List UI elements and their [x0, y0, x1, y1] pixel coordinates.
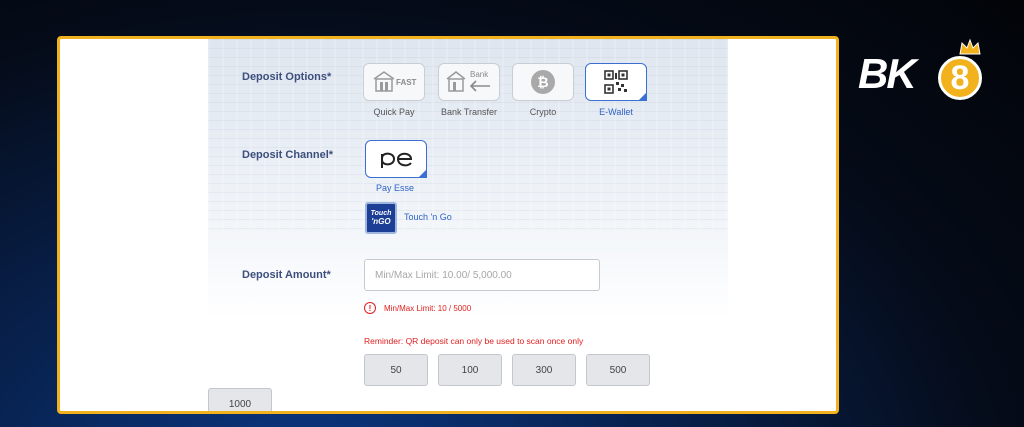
svg-text:₿: ₿: [537, 74, 548, 90]
exclamation-icon: !: [364, 302, 376, 314]
selected-corner-marker: [638, 92, 647, 101]
option-quick-pay[interactable]: FAST: [363, 63, 425, 101]
svg-text:Bank: Bank: [470, 70, 489, 79]
logo-number: 8: [938, 56, 982, 100]
deposit-options-label: Deposit Options*: [242, 71, 332, 83]
pay-esse-logo: [381, 152, 413, 168]
amount-500-button[interactable]: 500: [586, 354, 650, 386]
option-crypto-label: Crypto: [529, 107, 557, 117]
bank-transfer-icon: Bank: [446, 70, 490, 92]
channel-pay-esse[interactable]: [365, 140, 427, 178]
amount-300-button[interactable]: 300: [512, 354, 576, 386]
crown-icon: [959, 38, 981, 55]
option-quick-pay-label: Quick Pay: [373, 107, 415, 117]
deposit-amount-input[interactable]: [364, 259, 600, 291]
qr-code-icon: [604, 70, 628, 94]
bk8-logo: BK 8: [858, 38, 998, 108]
amount-limit-error: Min/Max Limit: 10 / 5000: [384, 304, 472, 313]
selected-corner-marker: [418, 169, 427, 178]
option-e-wallet[interactable]: [585, 63, 647, 101]
amount-1000-button[interactable]: 1000: [208, 388, 272, 411]
bitcoin-icon: ₿: [531, 70, 555, 94]
option-bank-transfer-label: Bank Transfer: [440, 107, 498, 117]
option-e-wallet-label: E-Wallet: [599, 107, 633, 117]
channel-pay-esse-label: Pay Esse: [376, 183, 415, 193]
deposit-frame: Deposit Options* FAST Quick Pay Bank Ban…: [57, 36, 839, 414]
logo-letters: BK: [858, 50, 917, 97]
touch-n-go-logo[interactable]: Touch 'nGO: [365, 202, 397, 234]
option-bank-transfer[interactable]: Bank: [438, 63, 500, 101]
amount-50-button[interactable]: 50: [364, 354, 428, 386]
svg-text:FAST: FAST: [396, 78, 417, 87]
option-crypto[interactable]: ₿: [512, 63, 574, 101]
channel-touch-n-go-label[interactable]: Touch 'n Go: [404, 212, 452, 222]
quick-pay-fast-icon: FAST: [373, 71, 417, 92]
qr-reminder-text: Reminder: QR deposit can only be used to…: [364, 336, 584, 346]
amount-100-button[interactable]: 100: [438, 354, 502, 386]
deposit-channel-label: Deposit Channel*: [242, 149, 334, 161]
deposit-amount-label: Deposit Amount*: [242, 269, 331, 281]
